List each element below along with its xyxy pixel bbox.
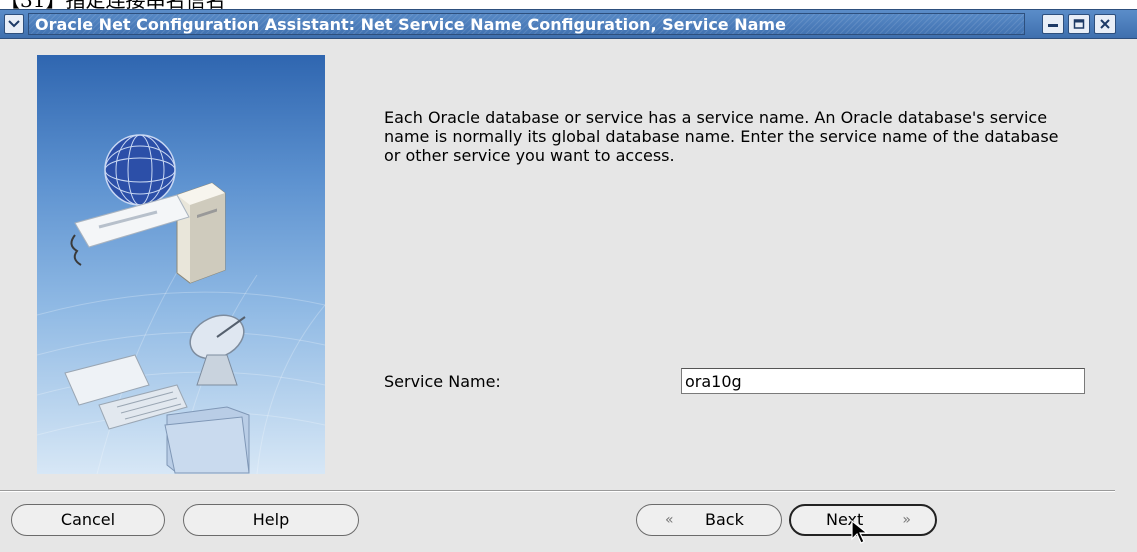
back-button-label: Back xyxy=(705,510,744,529)
screen: 【31】指定连接串名信名 Oracle Net Configuration As… xyxy=(0,0,1137,552)
chevron-left-icon: « xyxy=(665,512,674,528)
service-name-description: Each Oracle database or service has a se… xyxy=(384,108,1064,165)
minimize-button[interactable] xyxy=(1042,14,1064,34)
close-button[interactable] xyxy=(1094,14,1116,34)
document-caption: 【31】指定连接串名信名 xyxy=(0,0,600,9)
mouse-cursor-icon xyxy=(851,519,869,544)
maximize-icon xyxy=(1073,19,1085,29)
window-title: Oracle Net Configuration Assistant: Net … xyxy=(35,15,786,34)
window-menu-button[interactable] xyxy=(4,14,24,34)
wizard-side-image xyxy=(37,55,325,474)
window-titlebar[interactable]: Oracle Net Configuration Assistant: Net … xyxy=(0,9,1137,39)
window-title-area[interactable]: Oracle Net Configuration Assistant: Net … xyxy=(28,13,1025,35)
service-name-label: Service Name: xyxy=(384,372,501,391)
dialog-body: Each Oracle database or service has a se… xyxy=(0,39,1137,552)
minimize-icon xyxy=(1048,24,1058,27)
network-illustration-icon xyxy=(37,134,325,474)
chevron-down-icon xyxy=(8,20,20,28)
chevron-right-icon: » xyxy=(902,512,911,528)
maximize-button[interactable] xyxy=(1068,14,1090,34)
description-text: Each Oracle database or service has a se… xyxy=(384,108,1059,165)
button-separator xyxy=(0,490,1115,492)
service-name-input[interactable] xyxy=(681,368,1085,394)
cancel-button[interactable]: Cancel xyxy=(11,504,165,536)
help-button[interactable]: Help xyxy=(183,504,359,536)
close-icon xyxy=(1100,19,1110,29)
back-button[interactable]: « Back xyxy=(636,504,782,536)
